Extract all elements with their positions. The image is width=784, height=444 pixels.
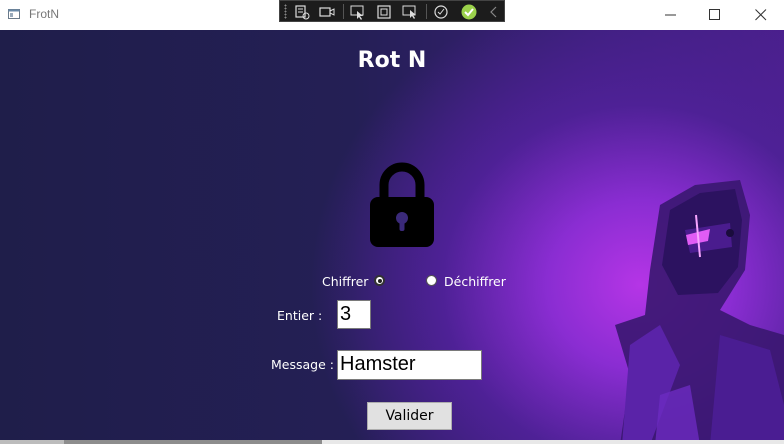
minimize-button[interactable] xyxy=(648,0,694,30)
padlock-icon xyxy=(370,162,434,247)
window-icon xyxy=(8,9,20,19)
maximize-button[interactable] xyxy=(692,0,738,30)
window-titlebar[interactable]: FrotN xyxy=(0,0,784,30)
track-focus-icon[interactable] xyxy=(401,3,419,21)
taskbar-strip xyxy=(0,440,784,444)
chiffrer-label: Chiffrer xyxy=(322,274,369,289)
hot-reload-icon[interactable] xyxy=(432,3,450,21)
chiffrer-radio[interactable] xyxy=(374,275,385,286)
message-input[interactable]: Hamster xyxy=(337,350,482,380)
close-icon xyxy=(755,9,767,21)
client-area: Rot N Chiffrer Déchiffrer Entier : 3 Mes… xyxy=(0,30,784,444)
message-label: Message : xyxy=(271,357,334,372)
minimize-icon xyxy=(665,14,676,16)
status-ok-icon xyxy=(461,4,477,20)
toolbar-grip-icon[interactable] xyxy=(284,4,287,19)
page-title: Rot N xyxy=(357,48,427,73)
select-element-icon[interactable] xyxy=(349,3,367,21)
entier-label: Entier : xyxy=(277,308,323,323)
knight-illustration xyxy=(615,180,784,444)
maximize-icon xyxy=(709,9,720,20)
dechiffrer-label: Déchiffrer xyxy=(444,274,506,289)
window-title: FrotN xyxy=(29,7,59,21)
live-visual-tree-icon[interactable] xyxy=(293,3,311,21)
camera-icon[interactable] xyxy=(318,3,336,21)
close-button[interactable] xyxy=(738,0,784,30)
dechiffrer-radio[interactable] xyxy=(426,275,437,286)
debug-toolbar xyxy=(279,0,505,22)
collapse-chevron-icon[interactable] xyxy=(485,3,503,21)
entier-input[interactable]: 3 xyxy=(337,300,371,329)
valider-button[interactable]: Valider xyxy=(367,402,452,430)
adorners-icon[interactable] xyxy=(375,3,393,21)
